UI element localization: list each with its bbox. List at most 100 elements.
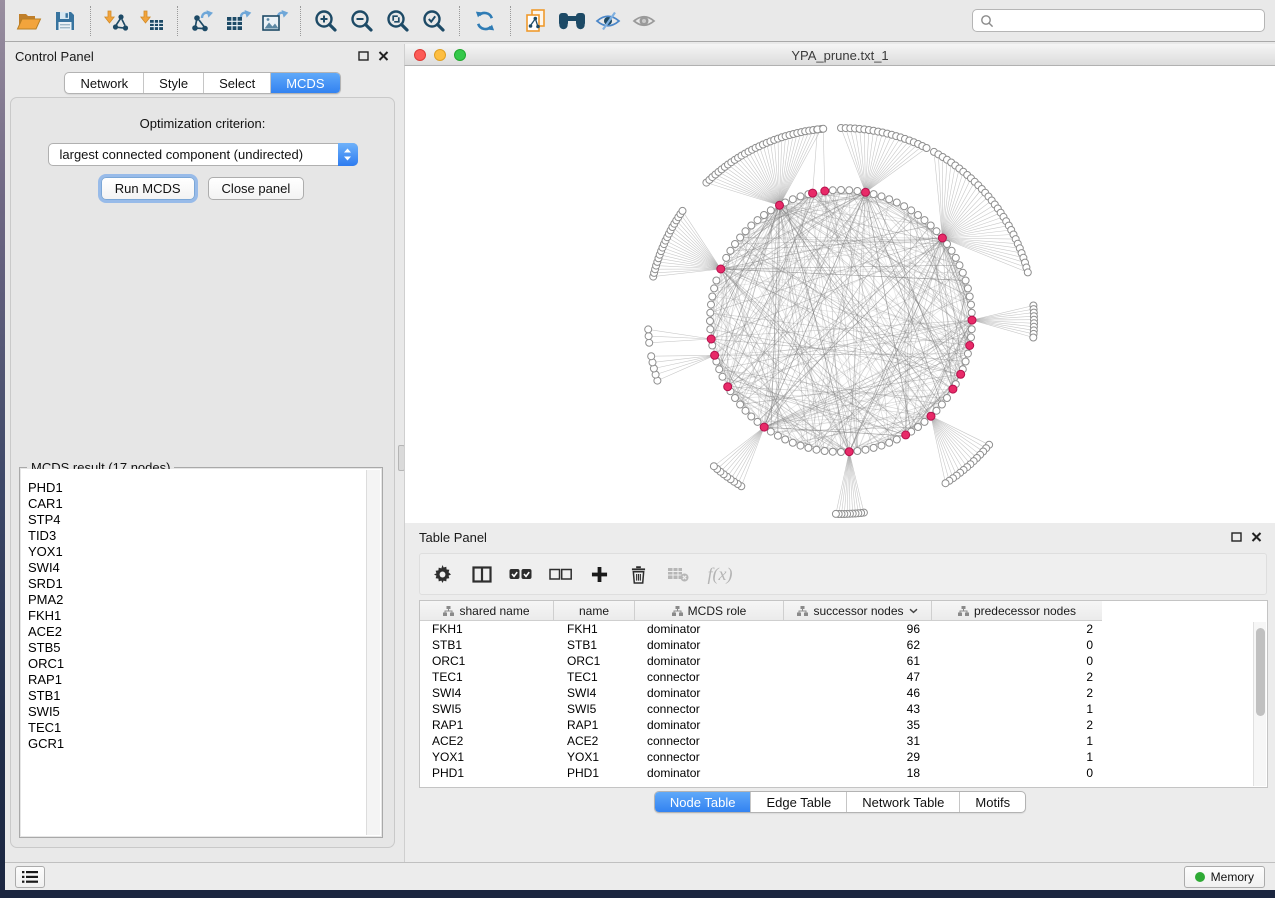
table-scrollbar-thumb[interactable] <box>1256 628 1265 716</box>
mcds-result-item[interactable]: SWI4 <box>21 560 381 576</box>
close-panel-icon[interactable] <box>376 50 390 62</box>
mcds-result-item[interactable]: STB1 <box>21 688 381 704</box>
table-cell: 62 <box>784 637 932 653</box>
table-cell: SWI4 <box>420 685 554 701</box>
attribute-icon <box>672 606 683 616</box>
mcds-result-item[interactable]: ORC1 <box>21 656 381 672</box>
tab-network[interactable]: Network <box>65 73 144 94</box>
table-cell: SWI5 <box>554 701 635 717</box>
table-row[interactable]: ORC1ORC1dominator610 <box>420 653 1267 669</box>
table-cell: connector <box>635 669 784 685</box>
delete-column-button[interactable] <box>618 557 658 591</box>
table-row[interactable]: YOX1YOX1connector291 <box>420 749 1267 765</box>
column-header-shared-name[interactable]: shared name <box>420 601 554 621</box>
columns-icon <box>472 566 492 583</box>
table-cell: FKH1 <box>420 621 554 637</box>
table-row[interactable]: STB1STB1dominator620 <box>420 637 1267 653</box>
zoom-in-button[interactable] <box>308 4 344 38</box>
table-row[interactable]: RAP1RAP1dominator352 <box>420 717 1267 733</box>
tab-select[interactable]: Select <box>204 73 271 94</box>
export-image-button[interactable] <box>257 4 293 38</box>
table-panel-tabs: Node Table Edge Table Network Table Moti… <box>405 791 1275 813</box>
apply-layout-button[interactable] <box>467 4 503 38</box>
memory-status-icon <box>1195 872 1205 882</box>
select-all-button[interactable] <box>500 557 540 591</box>
open-file-button[interactable] <box>11 4 47 38</box>
mcds-result-item[interactable]: PHD1 <box>21 480 381 496</box>
table-settings-button[interactable] <box>420 557 464 591</box>
table-row[interactable]: ACE2ACE2connector311 <box>420 733 1267 749</box>
tab-edge-table[interactable]: Edge Table <box>751 792 847 813</box>
float-panel-icon[interactable] <box>1229 531 1243 543</box>
mcds-result-item[interactable]: YOX1 <box>21 544 381 560</box>
mcds-result-item[interactable]: PMA2 <box>21 592 381 608</box>
table-row[interactable]: SWI4SWI4dominator462 <box>420 685 1267 701</box>
mcds-result-item[interactable]: RAP1 <box>21 672 381 688</box>
table-cell: dominator <box>635 765 784 781</box>
mcds-result-item[interactable]: TEC1 <box>21 720 381 736</box>
column-header-successor-nodes[interactable]: successor nodes <box>784 601 932 621</box>
minimize-window-traffic-light[interactable] <box>434 49 446 61</box>
show-columns-button[interactable] <box>464 557 500 591</box>
float-panel-icon[interactable] <box>356 50 370 62</box>
mcds-result-item[interactable]: SRD1 <box>21 576 381 592</box>
table-row[interactable]: PHD1PHD1dominator180 <box>420 765 1267 781</box>
hide-selected-button[interactable] <box>590 4 626 38</box>
tab-motifs[interactable]: Motifs <box>960 792 1025 813</box>
zoom-in-icon <box>313 8 339 34</box>
table-cell: connector <box>635 749 784 765</box>
table-row[interactable]: FKH1FKH1dominator962 <box>420 621 1267 637</box>
show-all-button[interactable] <box>626 4 662 38</box>
mcds-result-item[interactable]: FKH1 <box>21 608 381 624</box>
export-network-button[interactable] <box>185 4 221 38</box>
control-panel-tabs: Network Style Select MCDS <box>5 72 400 94</box>
column-header-name[interactable]: name <box>554 601 635 621</box>
mcds-result-item[interactable]: GCR1 <box>21 736 381 752</box>
mcds-list-scrollbar[interactable] <box>366 470 380 835</box>
close-panel-button[interactable]: Close panel <box>208 177 305 200</box>
close-window-traffic-light[interactable] <box>414 49 426 61</box>
table-cell: 2 <box>932 717 1102 733</box>
criterion-dropdown[interactable]: largest connected component (undirected) <box>48 143 358 166</box>
select-all-icon <box>509 568 532 581</box>
mcds-result-item[interactable]: STP4 <box>21 512 381 528</box>
status-bar: Memory <box>5 862 1275 890</box>
mcds-result-item[interactable]: CAR1 <box>21 496 381 512</box>
run-mcds-button[interactable]: Run MCDS <box>101 177 195 200</box>
tab-mcds[interactable]: MCDS <box>271 73 339 94</box>
deselect-all-button[interactable] <box>540 557 580 591</box>
find-button[interactable] <box>554 4 590 38</box>
column-header-predecessor-nodes[interactable]: predecessor nodes <box>932 601 1102 621</box>
tab-network-table[interactable]: Network Table <box>847 792 960 813</box>
memory-button[interactable]: Memory <box>1184 866 1265 888</box>
import-network-button[interactable] <box>98 4 134 38</box>
close-panel-icon[interactable] <box>1249 531 1263 543</box>
task-history-button[interactable] <box>15 866 45 888</box>
save-session-button[interactable] <box>47 4 83 38</box>
network-from-document-button[interactable] <box>518 4 554 38</box>
mcds-result-item[interactable]: TID3 <box>21 528 381 544</box>
table-cell: YOX1 <box>554 749 635 765</box>
table-scrollbar[interactable] <box>1253 622 1266 786</box>
table-row[interactable]: SWI5SWI5connector431 <box>420 701 1267 717</box>
eye-icon <box>631 10 657 32</box>
tab-style[interactable]: Style <box>144 73 204 94</box>
network-canvas[interactable] <box>404 66 1275 556</box>
mcds-result-item[interactable]: ACE2 <box>21 624 381 640</box>
table-row[interactable]: TEC1TEC1connector472 <box>420 669 1267 685</box>
tab-node-table[interactable]: Node Table <box>655 792 752 813</box>
search-box[interactable] <box>972 9 1265 32</box>
export-network-icon <box>190 9 216 33</box>
zoom-out-button[interactable] <box>344 4 380 38</box>
search-input[interactable] <box>999 14 1257 28</box>
zoom-fit-button[interactable] <box>380 4 416 38</box>
column-header-mcds-role[interactable]: MCDS role <box>635 601 784 621</box>
table-cell: 18 <box>784 765 932 781</box>
export-table-button[interactable] <box>221 4 257 38</box>
create-column-button[interactable] <box>580 557 618 591</box>
zoom-selected-button[interactable] <box>416 4 452 38</box>
mcds-result-item[interactable]: SWI5 <box>21 704 381 720</box>
import-table-button[interactable] <box>134 4 170 38</box>
maximize-window-traffic-light[interactable] <box>454 49 466 61</box>
mcds-result-item[interactable]: STB5 <box>21 640 381 656</box>
